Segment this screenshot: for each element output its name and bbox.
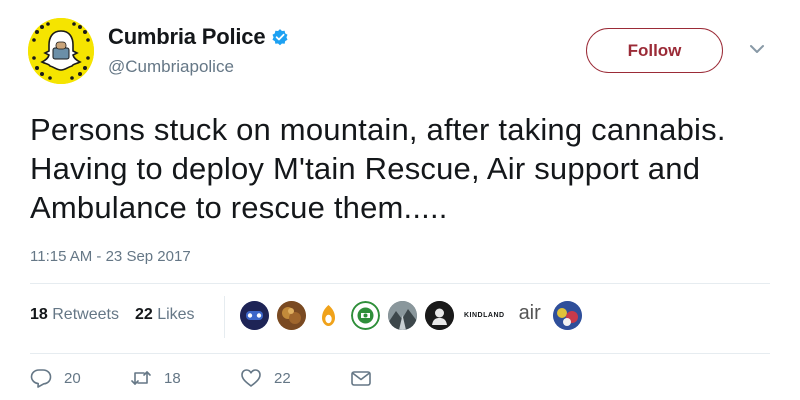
likes-count: 22: [134, 306, 153, 323]
divider: [30, 353, 770, 354]
liker-avatar-6[interactable]: [425, 301, 454, 330]
retweet-button[interactable]: 18: [130, 368, 240, 388]
snapcode-ghost-icon: [28, 18, 94, 84]
like-count: 22: [274, 369, 291, 387]
direct-message-button[interactable]: [350, 368, 384, 388]
retweets-label: Retweets: [52, 306, 119, 323]
liker-avatar-9[interactable]: [552, 301, 582, 330]
liker-avatar-4[interactable]: [351, 301, 380, 330]
liker-avatars: KINDLAND air: [240, 301, 590, 330]
tweet-actions: 20 18 22: [30, 368, 384, 388]
tweet-text: Persons stuck on mountain, after taking …: [30, 112, 726, 225]
tweet-card: Cumbria Police @Cumbriapolice Follow Per…: [0, 0, 800, 400]
display-name[interactable]: Cumbria Police: [108, 24, 266, 50]
liker-avatar-2[interactable]: [277, 301, 306, 330]
liker-avatar-5[interactable]: [388, 301, 417, 330]
direct-message-icon: [351, 371, 371, 386]
name-row: Cumbria Police: [108, 24, 289, 50]
likes-label: Likes: [157, 306, 195, 323]
follow-button[interactable]: Follow: [586, 28, 723, 73]
liker-avatar-3[interactable]: [314, 301, 343, 330]
retweet-icon: [131, 371, 151, 385]
user-handle[interactable]: @Cumbriapolice: [108, 57, 234, 77]
retweets-stat[interactable]: 18 Retweets: [30, 306, 119, 324]
divider: [30, 283, 770, 284]
tweet-timestamp[interactable]: 11:15 AM - 23 Sep 2017: [30, 248, 191, 265]
likes-stat[interactable]: 22 Likes: [135, 306, 195, 324]
reply-count: 20: [64, 369, 81, 387]
profile-avatar[interactable]: [28, 18, 94, 84]
heart-icon: [241, 369, 261, 387]
retweets-count: 18: [30, 306, 48, 323]
like-button[interactable]: 22: [240, 368, 350, 388]
chevron-down-icon[interactable]: [748, 42, 766, 56]
liker-avatar-7[interactable]: KINDLAND: [462, 301, 507, 330]
liker-avatar-8[interactable]: air: [515, 299, 545, 328]
liker-avatar-1[interactable]: [240, 301, 269, 330]
stats-separator: [224, 296, 225, 338]
tweet-stats: 18 Retweets 22 Likes: [30, 306, 211, 324]
verified-badge-icon: [271, 28, 289, 46]
reply-button[interactable]: 20: [30, 368, 130, 388]
retweet-count: 18: [164, 369, 181, 387]
reply-icon: [30, 369, 52, 388]
